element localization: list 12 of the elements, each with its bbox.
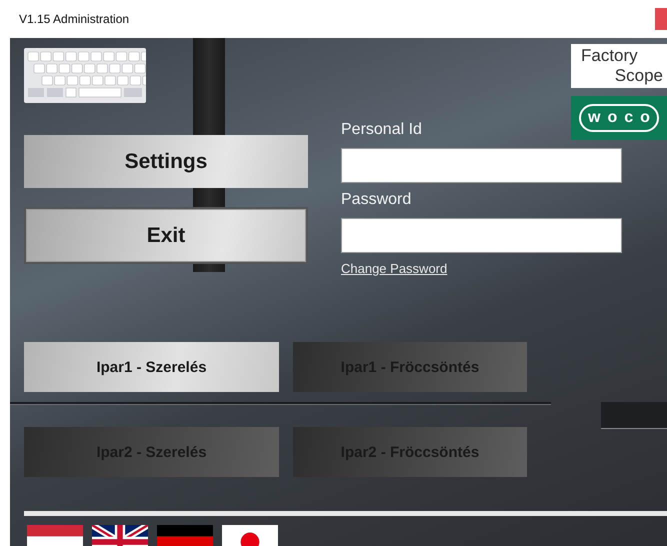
panel-background: [601, 402, 667, 429]
input-field[interactable]: [341, 218, 622, 253]
field-label: Password: [341, 190, 412, 210]
window-title: V1.15 Administration: [19, 12, 130, 26]
brand-logo: woco: [571, 96, 667, 140]
field-label: Personal Id: [341, 120, 423, 140]
plant-tab[interactable]: Ipar1 - Szerelés: [24, 342, 279, 392]
change-password-link[interactable]: Change Password: [341, 261, 448, 276]
action-button[interactable]: Exit: [24, 207, 308, 264]
input-field[interactable]: [341, 148, 622, 183]
factory-scope-logo: Factory Scope: [571, 44, 667, 88]
action-button[interactable]: Settings: [24, 135, 308, 188]
